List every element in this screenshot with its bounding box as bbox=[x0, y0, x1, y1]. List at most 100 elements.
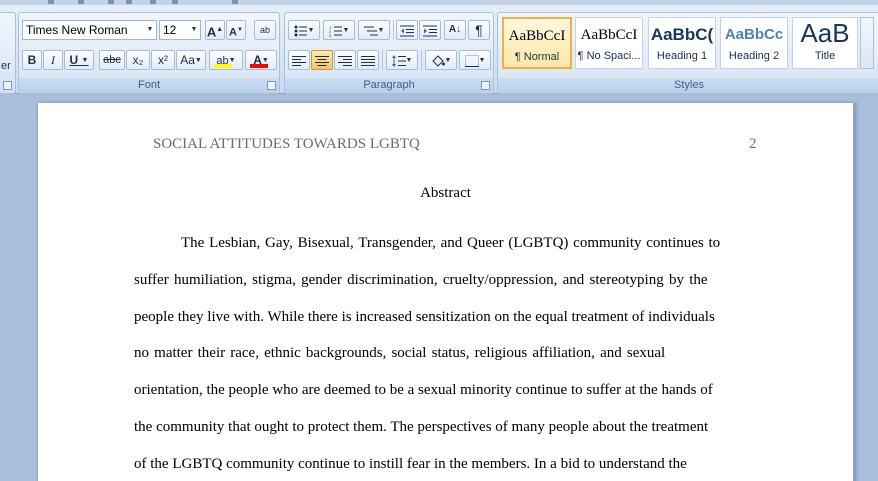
style-sample: AaBbCcI bbox=[580, 27, 638, 43]
multilevel-list-icon bbox=[363, 26, 378, 36]
chevron-down-icon[interactable]: ▼ bbox=[188, 21, 200, 39]
body-text-line: The Lesbian, Gay, Bisexual, Transgender,… bbox=[181, 235, 721, 251]
style-label: ¶ No Spaci... bbox=[577, 50, 641, 62]
show-formatting-marks-button[interactable]: ¶ bbox=[468, 20, 490, 40]
ribbon-top-strip bbox=[0, 0, 878, 5]
chevron-down-icon[interactable]: ▼ bbox=[262, 57, 269, 64]
style-label: Heading 1 bbox=[656, 50, 708, 62]
decrease-indent-icon bbox=[400, 25, 414, 37]
chevron-down-icon[interactable]: ▼ bbox=[229, 57, 236, 64]
align-left-button[interactable] bbox=[288, 50, 310, 70]
clear-formatting-button[interactable]: ab bbox=[254, 20, 276, 40]
paragraph-group: ▼ 1 2 3 ▼ ▼ A↓ ¶ ▼ ▼ ▼ Paragraph bbox=[284, 12, 494, 94]
font-size-value: 12 bbox=[163, 23, 177, 37]
body-text-line: the community that ought to protect them… bbox=[134, 419, 709, 435]
increase-indent-button[interactable] bbox=[419, 20, 441, 40]
page-number: 2 bbox=[749, 136, 757, 152]
chevron-down-icon[interactable]: ▼ bbox=[378, 27, 385, 34]
chevron-down-icon[interactable]: ▼ bbox=[445, 57, 452, 64]
style-sample: AaBbCcI bbox=[508, 28, 566, 44]
bold-button[interactable]: B bbox=[22, 50, 42, 70]
chevron-down-icon[interactable]: ▼ bbox=[195, 57, 202, 64]
chevron-down-icon[interactable]: ▼ bbox=[82, 57, 89, 64]
style-label: ¶ Normal bbox=[514, 51, 560, 63]
style-sample: AaB bbox=[800, 18, 850, 48]
line-spacing-button[interactable]: ▼ bbox=[386, 50, 418, 70]
align-right-button[interactable] bbox=[334, 50, 356, 70]
body-text-line: people they live with. While there is in… bbox=[134, 309, 715, 325]
borders-icon bbox=[464, 54, 479, 67]
body-text-line: orientation, the people who are deemed t… bbox=[134, 382, 713, 398]
underline-icon: U bbox=[69, 53, 79, 67]
paint-bucket-icon bbox=[431, 55, 445, 67]
style-heading-1[interactable]: AaBbC( Heading 1 bbox=[648, 17, 716, 69]
multilevel-list-button[interactable]: ▼ bbox=[358, 20, 390, 40]
styles-group-label: Styles bbox=[498, 78, 878, 93]
numbering-button[interactable]: 1 2 3 ▼ bbox=[323, 20, 355, 40]
grow-font-icon: A bbox=[206, 24, 217, 40]
style-heading-2[interactable]: AaBbCc Heading 2 bbox=[720, 17, 788, 69]
sort-button[interactable]: A↓ bbox=[444, 20, 466, 40]
superscript-button[interactable]: x² bbox=[151, 50, 175, 70]
clipboard-fragment-label: er bbox=[1, 60, 11, 72]
chevron-down-icon[interactable]: ▼ bbox=[144, 21, 156, 39]
font-group-label: Font bbox=[19, 78, 279, 93]
borders-button[interactable]: ▼ bbox=[459, 50, 491, 70]
subscript-icon: x₂ bbox=[132, 53, 144, 67]
change-case-icon: Aa bbox=[180, 53, 195, 67]
bullets-icon bbox=[294, 25, 307, 37]
pilcrow-icon: ¶ bbox=[475, 22, 483, 38]
chevron-down-icon[interactable]: ▼ bbox=[406, 57, 413, 64]
underline-button[interactable]: U ▼ bbox=[64, 50, 94, 70]
font-color-bar bbox=[250, 64, 268, 68]
styles-gallery-scroll[interactable] bbox=[860, 17, 874, 69]
strikethrough-icon: abc bbox=[103, 54, 121, 66]
style-normal[interactable]: AaBbCcI ¶ Normal bbox=[502, 17, 572, 69]
running-header: SOCIAL ATTITUDES TOWARDS LGBTQ bbox=[153, 136, 420, 152]
italic-icon: I bbox=[51, 53, 55, 67]
justify-button[interactable] bbox=[357, 50, 379, 70]
highlight-color-bar bbox=[214, 64, 232, 68]
paragraph-dialog-launcher-icon[interactable] bbox=[481, 81, 490, 90]
increase-indent-icon bbox=[423, 25, 437, 37]
style-no-spacing[interactable]: AaBbCcI ¶ No Spaci... bbox=[575, 17, 643, 69]
body-text-line: suffer humiliation, stigma, gender discr… bbox=[134, 272, 708, 288]
justify-icon bbox=[361, 55, 375, 66]
body-text-line: of the LGBTQ community continue to insti… bbox=[134, 456, 687, 472]
superscript-icon: x² bbox=[158, 53, 168, 67]
grow-font-button[interactable]: A▲ bbox=[205, 20, 225, 40]
font-size-combo[interactable]: 12 ▼ bbox=[159, 20, 201, 40]
font-dialog-launcher-icon[interactable] bbox=[267, 81, 276, 90]
paragraph-group-label: Paragraph bbox=[285, 78, 493, 93]
style-label: Title bbox=[814, 50, 836, 62]
chevron-down-icon[interactable]: ▼ bbox=[343, 27, 350, 34]
italic-button[interactable]: I bbox=[43, 50, 63, 70]
clipboard-group: er bbox=[0, 12, 16, 94]
font-name-combo[interactable]: Times New Roman ▼ bbox=[22, 20, 157, 40]
style-title[interactable]: AaB Title bbox=[792, 17, 858, 69]
font-name-value: Times New Roman bbox=[26, 23, 128, 37]
document-page[interactable]: SOCIAL ATTITUDES TOWARDS LGBTQ 2 Abstrac… bbox=[37, 103, 854, 481]
clear-formatting-icon: ab bbox=[259, 25, 270, 35]
align-center-button[interactable] bbox=[311, 50, 333, 70]
chevron-down-icon[interactable]: ▼ bbox=[308, 27, 315, 34]
subscript-button[interactable]: x₂ bbox=[126, 50, 150, 70]
font-color-button[interactable]: A▼ bbox=[245, 50, 277, 70]
chevron-down-icon[interactable]: ▼ bbox=[479, 57, 486, 64]
align-left-icon bbox=[292, 55, 306, 66]
highlight-color-button[interactable]: ab▼ bbox=[209, 50, 243, 70]
align-center-icon bbox=[315, 55, 329, 66]
shrink-font-icon: A bbox=[229, 26, 237, 39]
bullets-button[interactable]: ▼ bbox=[288, 20, 320, 40]
decrease-indent-button[interactable] bbox=[396, 20, 418, 40]
strikethrough-button[interactable]: abc bbox=[99, 50, 125, 70]
sort-icon: A↓ bbox=[448, 24, 462, 35]
abstract-heading: Abstract bbox=[420, 185, 471, 201]
shrink-font-button[interactable]: A▼ bbox=[226, 20, 246, 40]
shading-button[interactable]: ▼ bbox=[425, 50, 457, 70]
svg-text:3: 3 bbox=[329, 33, 332, 37]
clipboard-launcher-icon[interactable] bbox=[3, 81, 12, 90]
change-case-button[interactable]: Aa▼ bbox=[176, 50, 206, 70]
align-right-icon bbox=[338, 55, 352, 66]
ribbon: er Times New Roman ▼ 12 ▼ A▲ A▼ ab B I U… bbox=[0, 0, 878, 94]
